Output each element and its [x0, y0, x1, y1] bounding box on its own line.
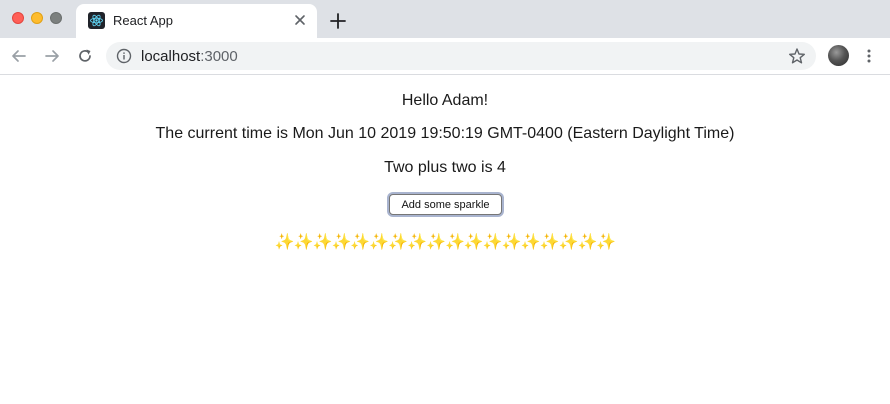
- browser-window: React App localhost:3000 Hello Adam! The…: [0, 0, 890, 404]
- page-content: Hello Adam! The current time is Mon Jun …: [0, 75, 890, 404]
- window-close-button[interactable]: [12, 12, 24, 24]
- arrow-left-icon[interactable]: [10, 47, 28, 65]
- star-icon[interactable]: [788, 47, 806, 65]
- current-time-text: The current time is Mon Jun 10 2019 19:5…: [155, 125, 735, 142]
- tab-close-icon[interactable]: [292, 12, 308, 28]
- sparkles-row: ✨✨✨✨✨✨✨✨✨✨✨✨✨✨✨✨✨✨: [274, 234, 617, 251]
- reload-icon[interactable]: [76, 47, 94, 65]
- tab-title: React App: [113, 13, 173, 28]
- math-text: Two plus two is 4: [384, 159, 506, 176]
- url-text: localhost:3000: [141, 48, 238, 65]
- tab-strip: React App: [0, 0, 890, 38]
- url-host: localhost: [141, 48, 201, 65]
- react-logo-icon: [88, 12, 105, 29]
- tab-react-app[interactable]: React App: [76, 4, 317, 38]
- add-sparkle-button[interactable]: Add some sparkle: [389, 194, 502, 215]
- plus-icon[interactable]: [329, 12, 347, 30]
- info-icon[interactable]: [116, 48, 132, 64]
- kebab-menu-icon[interactable]: [861, 48, 877, 64]
- url-port: :3000: [200, 48, 238, 65]
- browser-toolbar: localhost:3000: [0, 38, 890, 75]
- window-minimize-button[interactable]: [31, 12, 43, 24]
- profile-avatar[interactable]: [828, 45, 849, 66]
- window-maximize-button[interactable]: [50, 12, 62, 24]
- greeting-text: Hello Adam!: [401, 92, 489, 109]
- address-bar[interactable]: localhost:3000: [106, 42, 816, 70]
- arrow-right-icon[interactable]: [43, 47, 61, 65]
